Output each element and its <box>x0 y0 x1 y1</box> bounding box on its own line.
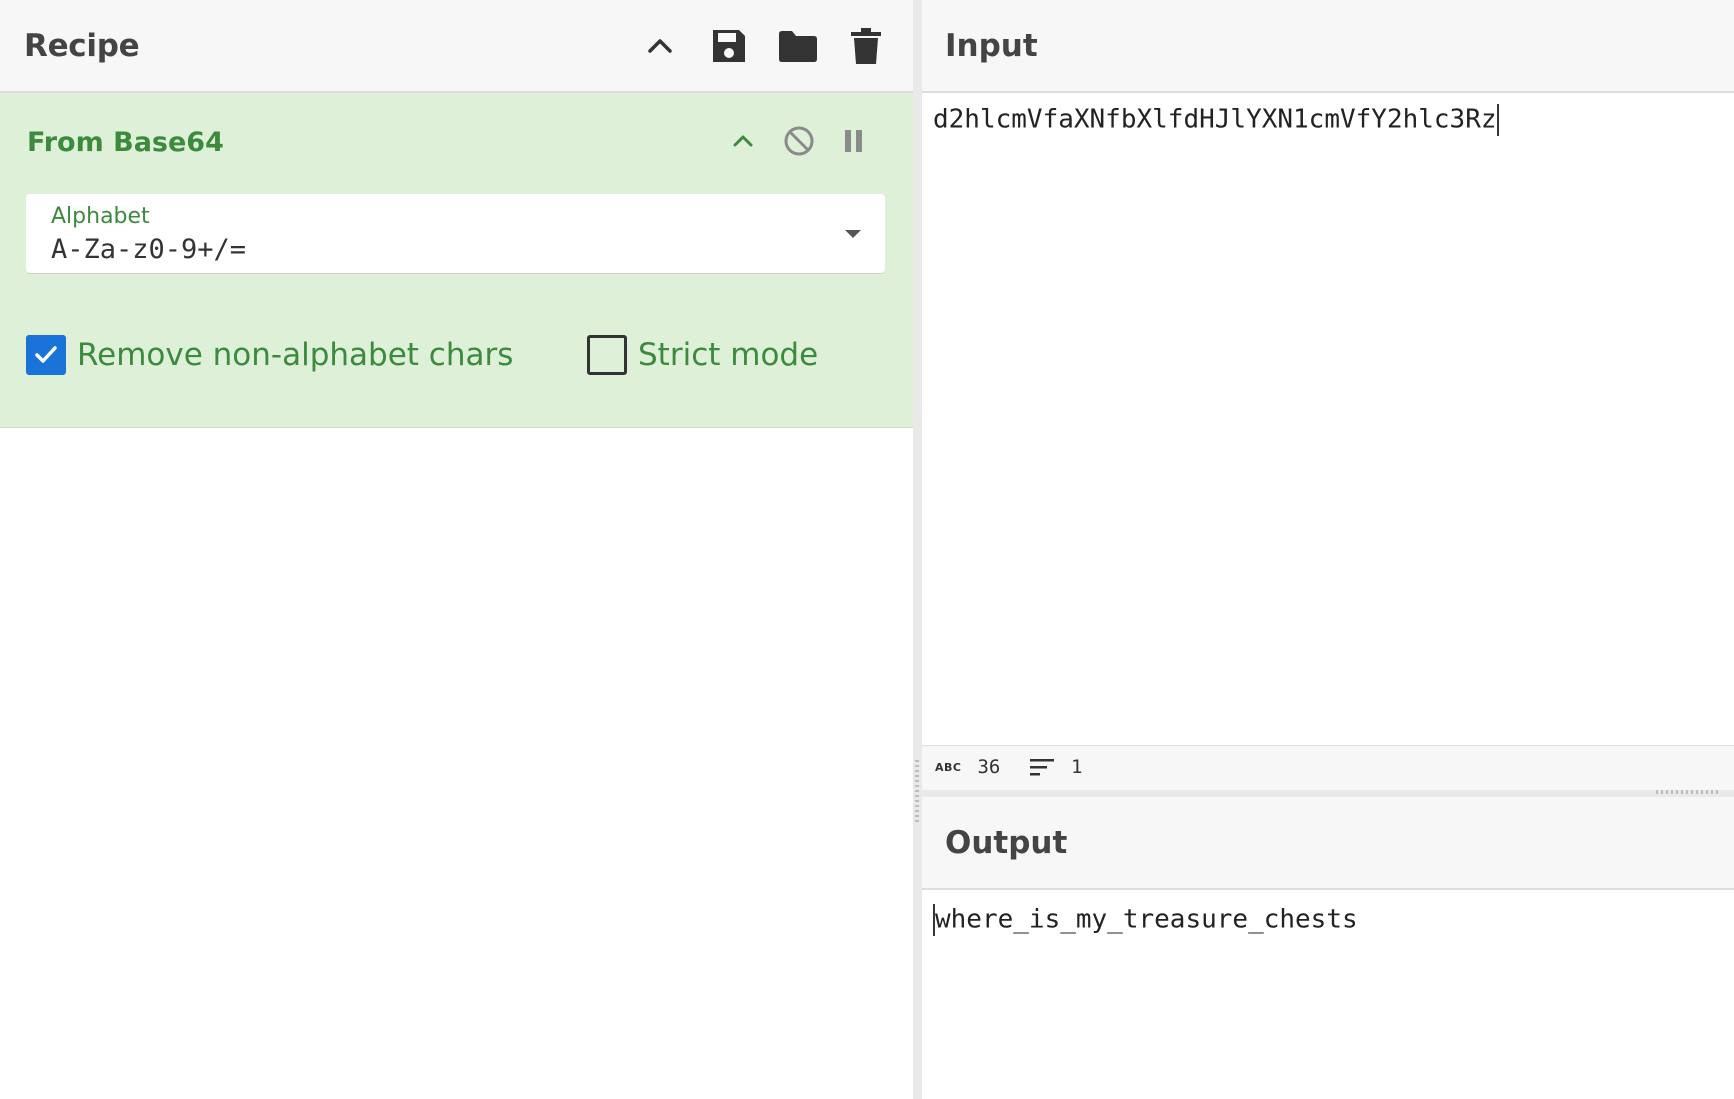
output-text: where_is_my_treasure_chests <box>935 904 1358 935</box>
disable-icon <box>784 126 814 156</box>
recipe-pane: Recipe From Base64 Alphabet A-Za-z0-9+/=… <box>0 0 913 1099</box>
recipe-title: Recipe <box>24 28 140 64</box>
load-recipe-button[interactable] <box>774 22 822 70</box>
save-icon <box>713 30 745 62</box>
line-count-value: 1 <box>1071 756 1083 778</box>
strict-mode-checkbox[interactable] <box>587 335 627 375</box>
alphabet-select[interactable]: Alphabet A-Za-z0-9+/= <box>26 194 885 274</box>
input-text: d2hlcmVfaXNfbXlfdHJlYXN1cmVfY2hlc3Rz <box>933 104 1497 135</box>
disable-operation-button[interactable] <box>777 119 821 163</box>
splitter-grip-icon[interactable] <box>915 760 919 824</box>
horizontal-splitter[interactable] <box>922 790 1734 797</box>
input-status-bar: ABC 36 1 <box>922 745 1734 790</box>
chevron-up-icon <box>733 135 753 147</box>
output-title: Output <box>945 825 1068 861</box>
text-cursor <box>1496 104 1499 136</box>
alphabet-value: A-Za-z0-9+/= <box>51 234 247 265</box>
operation-from-base64: From Base64 Alphabet A-Za-z0-9+/= Remove… <box>0 93 913 428</box>
char-count-value: 36 <box>977 756 1001 778</box>
output-textarea[interactable]: where_is_my_treasure_chests <box>933 904 1358 936</box>
input-header: Input <box>922 0 1734 93</box>
input-title: Input <box>945 28 1038 64</box>
vertical-splitter[interactable] <box>913 0 922 1099</box>
pause-icon <box>845 130 862 152</box>
collapse-operation-button[interactable] <box>721 119 765 163</box>
save-recipe-button[interactable] <box>705 22 753 70</box>
lines-icon <box>1030 759 1054 776</box>
checkmark-icon <box>35 346 57 363</box>
output-header: Output <box>922 797 1734 890</box>
strict-mode-label: Strict mode <box>638 337 819 373</box>
strict-mode-option[interactable]: Strict mode <box>587 331 818 379</box>
splitter-grip-icon[interactable] <box>1656 790 1720 794</box>
collapse-recipe-button[interactable] <box>636 22 684 70</box>
operation-name: From Base64 <box>27 127 224 158</box>
recipe-header: Recipe <box>0 0 913 93</box>
dropdown-caret-icon <box>845 230 861 238</box>
alphabet-label: Alphabet <box>51 204 150 229</box>
remove-nonalphabet-option[interactable]: Remove non-alphabet chars <box>26 331 513 379</box>
chevron-up-icon <box>648 39 672 53</box>
clear-recipe-button[interactable] <box>842 22 890 70</box>
remove-nonalphabet-checkbox[interactable] <box>26 335 66 375</box>
io-pane: Input d2hlcmVfaXNfbXlfdHJlYXN1cmVfY2hlc3… <box>922 0 1734 1099</box>
abc-icon: ABC <box>935 760 962 774</box>
folder-icon <box>779 31 817 62</box>
line-count: 1 <box>1029 756 1082 778</box>
remove-nonalphabet-label: Remove non-alphabet chars <box>77 337 514 373</box>
char-count: ABC 36 <box>935 756 1000 778</box>
cyberchef-app: Recipe From Base64 Alphabet A-Za-z0-9+/=… <box>0 0 1734 1099</box>
trash-icon <box>851 28 881 64</box>
pause-operation-button[interactable] <box>832 119 876 163</box>
input-textarea[interactable]: d2hlcmVfaXNfbXlfdHJlYXN1cmVfY2hlc3Rz <box>933 104 1499 136</box>
